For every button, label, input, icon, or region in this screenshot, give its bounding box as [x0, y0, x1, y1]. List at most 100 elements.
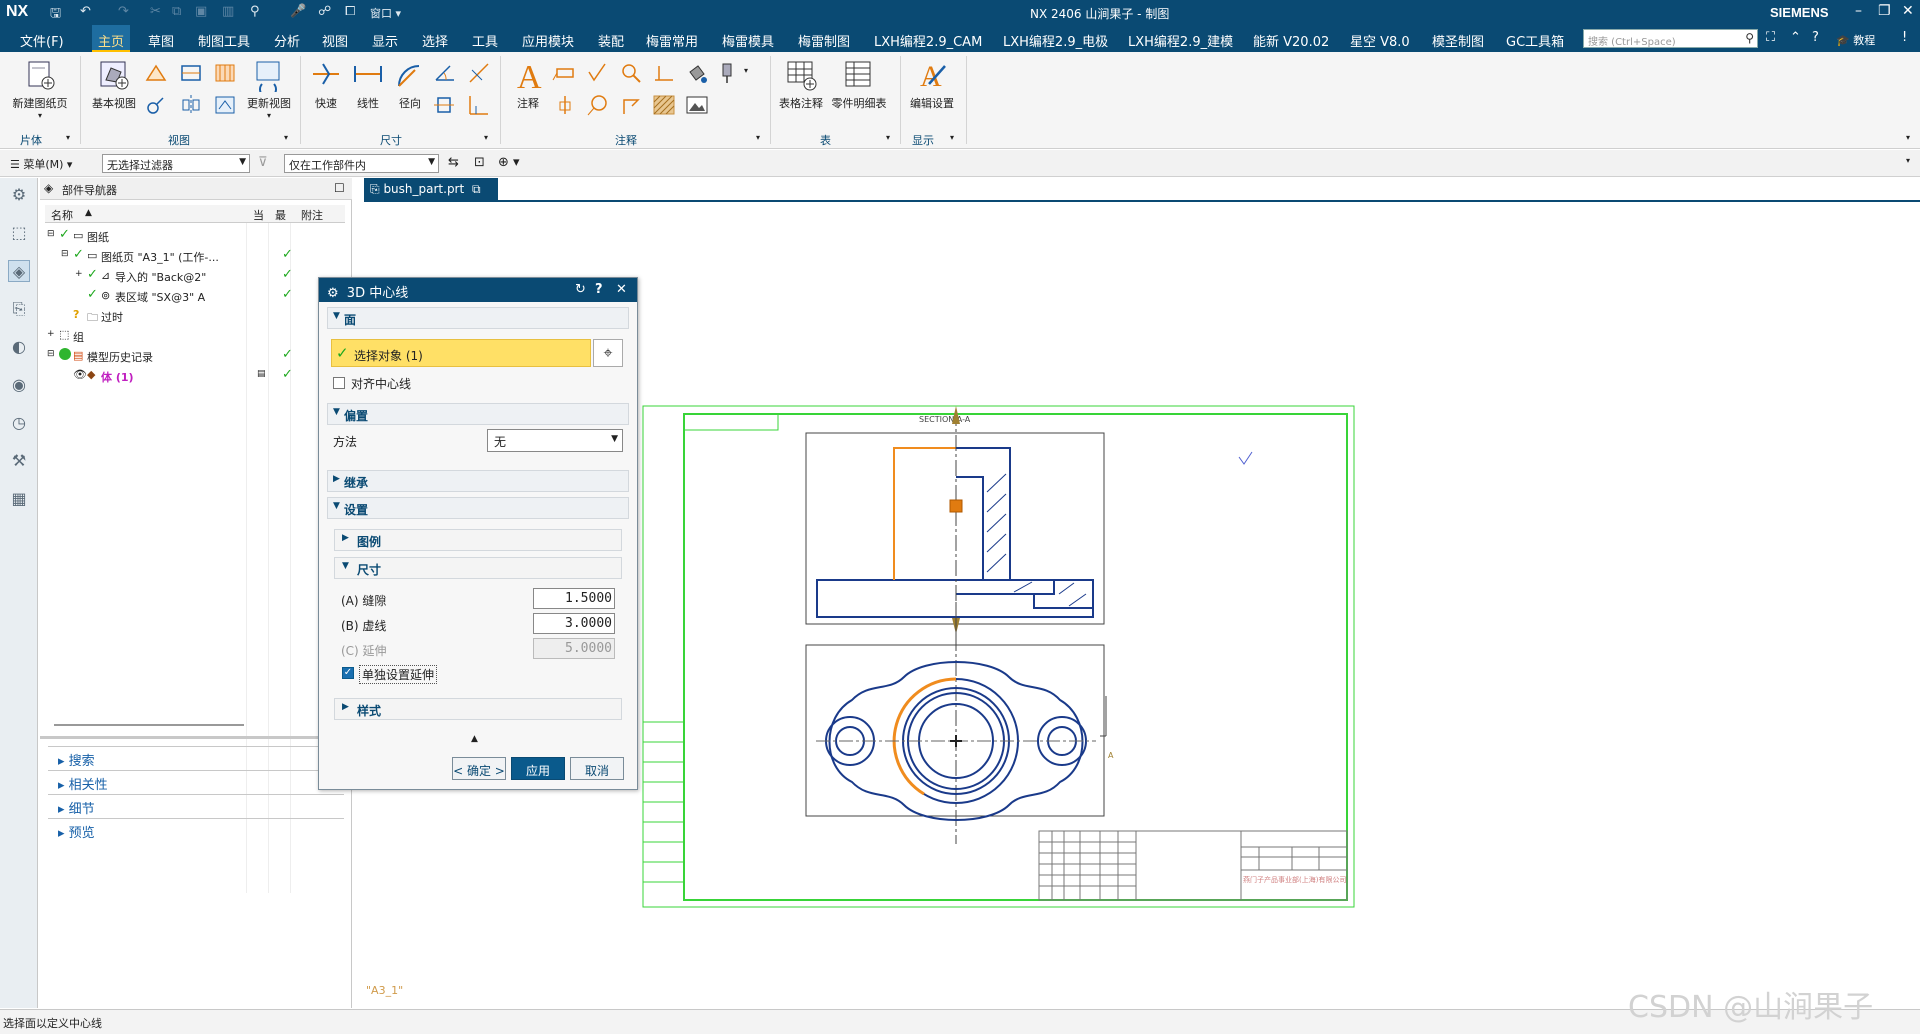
- group-view-more-icon[interactable]: ▾: [284, 133, 288, 142]
- style-subheader[interactable]: ▶ 样式: [334, 698, 622, 720]
- visible-check-icon[interactable]: ✓: [87, 267, 98, 282]
- hatch-fill-icon[interactable]: [684, 60, 710, 86]
- command-search-input[interactable]: 搜索 (Ctrl+Space) ⚲: [1583, 29, 1758, 48]
- eye-icon[interactable]: 👁: [73, 368, 87, 381]
- help-icon[interactable]: ?: [1812, 30, 1819, 45]
- section-view-icon[interactable]: [178, 60, 204, 86]
- view-boundary-icon[interactable]: [212, 92, 238, 118]
- redo-icon[interactable]: ↷: [118, 4, 129, 19]
- sort-ascending-icon[interactable]: ▲: [85, 208, 92, 218]
- thickness-dimension-icon[interactable]: [432, 92, 458, 118]
- surface-finish-icon[interactable]: [585, 60, 611, 86]
- break-view-icon[interactable]: [143, 92, 169, 118]
- base-view-button[interactable]: 基本视图: [86, 58, 142, 111]
- visible-check-icon[interactable]: ✓: [73, 247, 84, 262]
- section-offset-header[interactable]: ▼ 偏置: [327, 403, 629, 425]
- panel-search[interactable]: ▸ 搜索: [48, 746, 344, 769]
- tree-row-model-history[interactable]: ⊟ ▤ 模型历史记录 ✓: [45, 346, 345, 366]
- dialog-close-icon[interactable]: ✕: [616, 282, 627, 297]
- navigator-maximize-icon[interactable]: ☐: [334, 181, 345, 195]
- group-dimension-more-icon[interactable]: ▾: [484, 133, 488, 142]
- alert-icon[interactable]: !: [1902, 30, 1907, 45]
- menu-gc-toolbox[interactable]: GC工具箱: [1506, 31, 1564, 50]
- reuse-library-icon[interactable]: ⎘: [8, 298, 30, 320]
- column-name[interactable]: 名称: [51, 207, 73, 223]
- copy-icon[interactable]: ⧉: [172, 4, 181, 19]
- ordinate-dimension-icon[interactable]: [466, 92, 492, 118]
- document-tab[interactable]: ⎘ bush_part.prt ⧉ ✕: [364, 178, 498, 211]
- touch-mode-icon[interactable]: ☍: [318, 4, 331, 19]
- menu-xingkong[interactable]: 星空 V8.0: [1350, 31, 1410, 50]
- more-annotation-icon[interactable]: ▾: [744, 66, 748, 75]
- menu-file[interactable]: 文件(F): [20, 31, 64, 50]
- menu-mosheng[interactable]: 模圣制图: [1432, 31, 1484, 50]
- menu-tools[interactable]: 工具: [472, 31, 498, 50]
- window-menu[interactable]: 窗口 ▾: [370, 5, 401, 21]
- collapse-icon[interactable]: ⊟: [61, 249, 69, 259]
- tree-row-drawing[interactable]: ⊟ ✓ ▭ 图纸: [45, 226, 345, 246]
- microphone-icon[interactable]: 🎤: [290, 4, 306, 19]
- column-latest[interactable]: 最: [275, 207, 286, 223]
- section-line-icon[interactable]: [178, 92, 204, 118]
- note-button[interactable]: A 注释: [506, 58, 550, 111]
- parts-list-button[interactable]: 零件明细表: [828, 58, 890, 111]
- column-current[interactable]: 当: [253, 207, 264, 223]
- image-icon[interactable]: [684, 92, 710, 118]
- new-sheet-button[interactable]: 新建图纸页 ▾: [8, 58, 72, 120]
- target-point-icon[interactable]: [618, 92, 644, 118]
- panel-details[interactable]: ▸ 细节: [48, 794, 344, 817]
- table-note-button[interactable]: 表格注释: [776, 58, 826, 111]
- save-icon[interactable]: 🖫: [50, 4, 61, 26]
- tree-row-group[interactable]: + ⬚ 组: [45, 326, 345, 346]
- edit-settings-button[interactable]: A 编辑设置: [906, 58, 958, 111]
- command-finder-icon[interactable]: ⚲: [250, 4, 260, 19]
- tree-row-outdated[interactable]: ? 🗀 过时: [45, 306, 345, 326]
- visible-check-icon[interactable]: ✓: [87, 287, 98, 302]
- section-inherit-header[interactable]: ▶ 继承: [327, 470, 629, 492]
- apply-button[interactable]: 应用: [511, 757, 565, 780]
- part-navigator-icon[interactable]: ◈: [8, 260, 30, 282]
- expand-icon[interactable]: +: [47, 329, 55, 339]
- menu-lxh-electrode[interactable]: LXH编程2.9_电极: [1003, 31, 1108, 50]
- visible-check-icon[interactable]: ✓: [59, 227, 70, 242]
- type-filter-select[interactable]: 无选择过滤器 ▼: [102, 154, 250, 173]
- group-display-more-icon[interactable]: ▾: [950, 133, 954, 142]
- menu-view[interactable]: 视图: [322, 31, 348, 50]
- legend-subheader[interactable]: ▶ 图例: [334, 529, 622, 551]
- individual-extend-checkbox[interactable]: ✓: [342, 667, 354, 679]
- assembly-navigator-icon[interactable]: ⬚: [8, 222, 30, 244]
- method-select[interactable]: 无 ▼: [487, 429, 623, 452]
- menu-lxh-modeling[interactable]: LXH编程2.9_建模: [1128, 31, 1233, 50]
- fullscreen-icon[interactable]: ⛶: [1766, 30, 1775, 45]
- datum-target-icon[interactable]: [552, 92, 578, 118]
- section-settings-header[interactable]: ▼ 设置: [327, 497, 629, 519]
- crosshair-select-icon[interactable]: ⌖: [593, 339, 623, 367]
- menu-nengxin[interactable]: 能新 V20.02: [1253, 31, 1329, 50]
- detail-view-icon[interactable]: [212, 60, 238, 86]
- menu-display[interactable]: 显示: [372, 31, 398, 50]
- section-face-header[interactable]: ▼ 面: [327, 307, 629, 329]
- rapid-dimension-button[interactable]: 快速: [306, 58, 346, 111]
- switch-window-icon[interactable]: ⧠: [345, 4, 355, 19]
- selection-bar-more-icon[interactable]: ▾: [1906, 156, 1910, 165]
- tree-row-sheet[interactable]: ⊟ ✓ ▭ 图纸页 "A3_1" (工作-... ✓: [45, 246, 345, 266]
- tree-row-table-region[interactable]: ✓ ⊚ 表区域 "SX@3" A ✓: [45, 286, 345, 306]
- roles-icon[interactable]: ▦: [8, 488, 30, 510]
- paste-icon[interactable]: ▣: [195, 4, 207, 19]
- group-annotation-more-icon[interactable]: ▾: [756, 133, 760, 142]
- selection-options-icon[interactable]: ⊕ ▾: [498, 155, 520, 170]
- angular-dimension-icon[interactable]: [432, 60, 458, 86]
- menu-mr-mold[interactable]: 梅雷模具: [722, 31, 774, 50]
- tree-row-body[interactable]: 👁 ◆ 体 (1) ▤ ✓: [45, 366, 345, 386]
- menu-mr-common[interactable]: 梅雷常用: [646, 31, 698, 50]
- datum-feature-icon[interactable]: [651, 60, 677, 86]
- gap-input[interactable]: 1.5000: [533, 588, 615, 609]
- dimension-subheader[interactable]: ▼ 尺寸: [334, 557, 622, 579]
- hd3d-icon[interactable]: ◐: [8, 336, 30, 358]
- dash-input[interactable]: 3.0000: [533, 613, 615, 634]
- menu-drafting-tools[interactable]: 制图工具: [198, 31, 250, 50]
- collapse-dialog-icon[interactable]: ▲: [471, 734, 478, 744]
- minimize-icon[interactable]: –: [1855, 3, 1862, 19]
- dialog-help-icon[interactable]: ?: [595, 282, 603, 297]
- update-view-button[interactable]: 更新视图 ▾: [240, 58, 298, 120]
